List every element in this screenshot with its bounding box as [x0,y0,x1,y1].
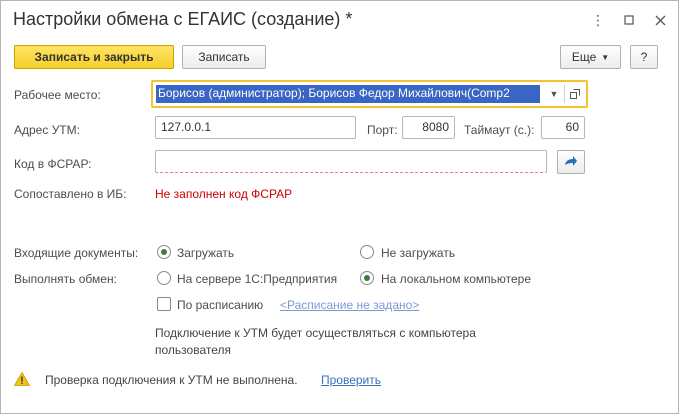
schedule-checkbox[interactable] [157,297,171,311]
field-divider [564,85,565,103]
fsrar-lookup-button[interactable] [557,150,585,174]
radio-server-label[interactable]: На сервере 1С:Предприятия [177,272,337,286]
chevron-down-icon: ▼ [601,52,610,62]
schedule-checkbox-label[interactable]: По расписанию [177,298,263,312]
check-connection-link[interactable]: Проверить [321,373,381,387]
warning-text: Проверка подключения к УТМ не выполнена. [45,373,298,387]
radio-dont-load[interactable] [360,245,374,259]
utm-address-label: Адрес УТМ: [14,123,80,137]
workplace-field[interactable]: Борисов (администратор); Борисов Федор М… [151,80,588,108]
dropdown-arrow-icon[interactable]: ▼ [546,84,562,104]
warning-icon [14,372,30,386]
radio-local[interactable] [360,271,374,285]
window-title: Настройки обмена с ЕГАИС (создание) * [13,9,353,29]
matched-status: Не заполнен код ФСРАР [155,187,293,201]
exchange-label: Выполнять обмен: [14,272,117,286]
more-button[interactable]: Еще ▼ [560,45,621,69]
connection-note-line1: Подключение к УТМ будет осуществляться с… [155,326,476,340]
radio-server[interactable] [157,271,171,285]
radio-load[interactable] [157,245,171,259]
radio-dont-load-label[interactable]: Не загружать [381,246,455,260]
utm-address-input[interactable]: 127.0.0.1 [155,116,356,139]
more-vertical-icon[interactable]: ⋮ [589,11,607,29]
timeout-input[interactable]: 60 [541,116,585,139]
port-label: Порт: [367,123,398,137]
radio-local-label[interactable]: На локальном компьютере [381,272,531,286]
schedule-link[interactable]: <Расписание не задано> [280,298,419,312]
help-button[interactable]: ? [630,45,658,69]
close-icon[interactable] [651,11,669,29]
incoming-docs-label: Входящие документы: [14,246,139,260]
workplace-input[interactable]: Борисов (администратор); Борисов Федор М… [156,85,540,103]
more-button-label: Еще [571,50,597,64]
settings-window: Настройки обмена с ЕГАИС (создание) * ⋮ … [0,0,679,414]
fsrar-input[interactable] [155,150,547,173]
matched-label: Сопоставлено в ИБ: [14,187,127,201]
connection-note-line2: пользователя [155,343,231,357]
open-link-icon[interactable] [567,84,583,104]
arrow-right-icon [565,156,577,166]
workplace-label: Рабочее место: [14,88,101,102]
port-input[interactable]: 8080 [402,116,455,139]
save-and-close-button[interactable]: Записать и закрыть [14,45,174,69]
maximize-icon[interactable] [620,11,638,29]
fsrar-label: Код в ФСРАР: [14,157,92,171]
radio-load-label[interactable]: Загружать [177,246,234,260]
timeout-label: Таймаут (с.): [464,123,535,137]
save-button[interactable]: Записать [182,45,266,69]
